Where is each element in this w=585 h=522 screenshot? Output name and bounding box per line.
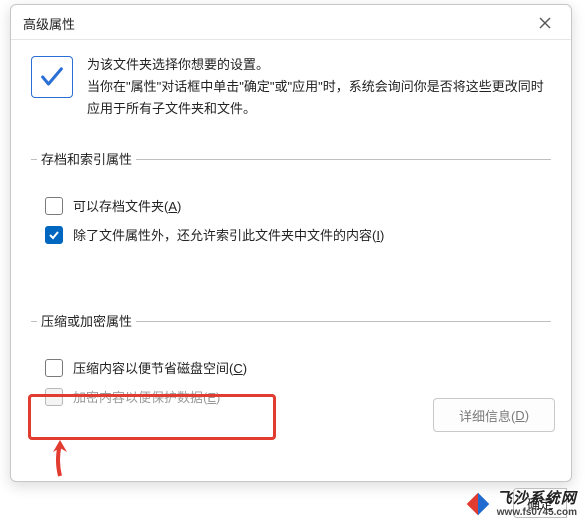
close-button[interactable] (527, 11, 563, 35)
compress-group-legend: 压缩或加密属性 (37, 311, 136, 330)
property-icon (31, 56, 73, 98)
watermark: 飞沙系统网 www.fs0745.com (465, 491, 577, 519)
titlebar: 高级属性 (11, 5, 571, 40)
index-checkbox[interactable] (45, 226, 63, 244)
compress-checkbox[interactable] (45, 359, 63, 377)
intro-text: 为该文件夹选择你想要的设置。 当你在"属性"对话框中单击"确定"或"应用"时，系… (87, 54, 551, 120)
encrypt-checkbox (45, 388, 63, 406)
details-button: 详细信息(D) (433, 398, 555, 432)
intro-section: 为该文件夹选择你想要的设置。 当你在"属性"对话框中单击"确定"或"应用"时，系… (31, 54, 551, 120)
index-row[interactable]: 除了文件属性外，还允许索引此文件夹中文件的内容(I) (45, 225, 543, 244)
watermark-name: 飞沙系统网 (497, 491, 577, 508)
encrypt-label: 加密内容以便保护数据(E) (73, 387, 220, 406)
index-label: 除了文件属性外，还允许索引此文件夹中文件的内容(I) (73, 225, 384, 244)
archive-row[interactable]: 可以存档文件夹(A) (45, 196, 543, 215)
compress-row[interactable]: 压缩内容以便节省磁盘空间(C) (45, 358, 543, 377)
dialog-title: 高级属性 (23, 14, 75, 33)
close-icon (539, 17, 551, 29)
watermark-url: www.fs0745.com (497, 507, 577, 518)
archive-checkbox[interactable] (45, 197, 63, 215)
intro-line2: 当你在"属性"对话框中单击"确定"或"应用"时，系统会询问你是否将这些更改同时应… (87, 76, 551, 120)
archive-index-group: 存档和索引属性 可以存档文件夹(A) 除了文件属性外，还允许索引此文件夹中文件 (31, 140, 551, 272)
intro-line1: 为该文件夹选择你想要的设置。 (87, 54, 551, 76)
archive-group-legend: 存档和索引属性 (37, 149, 136, 168)
compress-label: 压缩内容以便节省磁盘空间(C) (73, 358, 247, 377)
archive-label: 可以存档文件夹(A) (73, 196, 181, 215)
watermark-logo-icon (465, 491, 491, 517)
